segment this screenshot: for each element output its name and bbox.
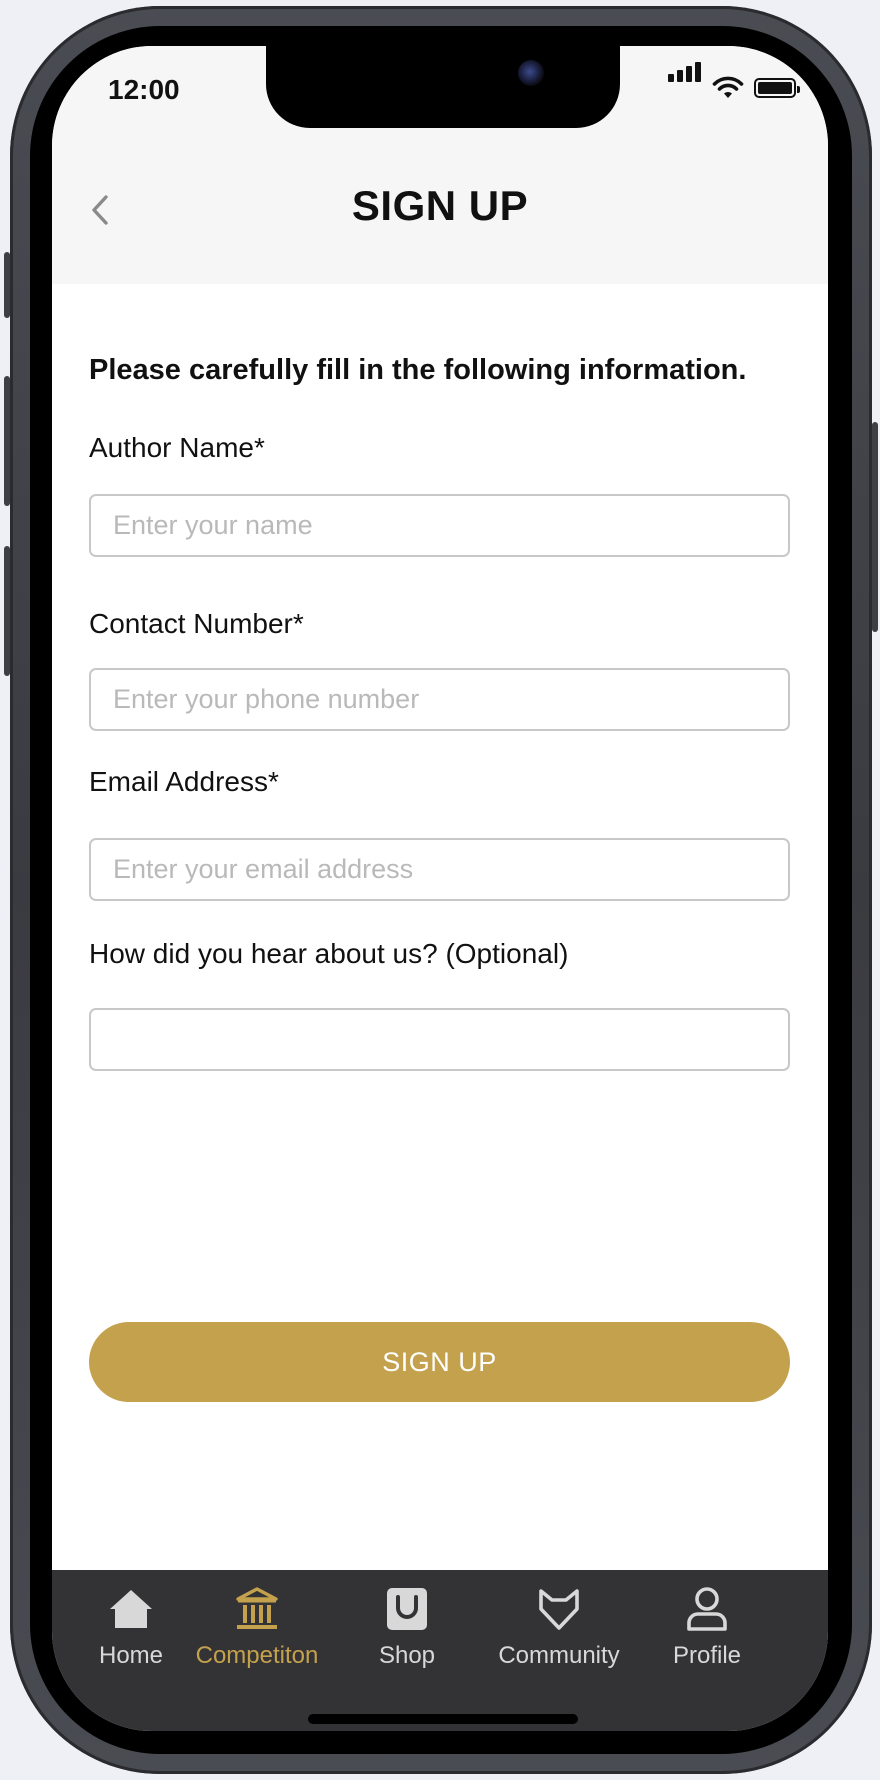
author-name-label: Author Name* — [89, 432, 265, 463]
tab-community-label: Community — [498, 1642, 620, 1669]
mute-switch — [4, 252, 10, 318]
tab-home-label: Home — [98, 1642, 164, 1669]
front-camera — [518, 60, 544, 86]
home-indicator — [308, 1714, 578, 1724]
tab-competition[interactable]: Competiton — [182, 1582, 332, 1682]
home-icon — [104, 1582, 158, 1636]
volume-up-button — [4, 376, 10, 506]
referral-source-label: How did you hear about us? (Optional) — [89, 938, 569, 969]
battery-icon — [754, 78, 800, 98]
tab-profile[interactable]: Profile — [632, 1582, 782, 1682]
notch — [266, 46, 620, 128]
email-address-input[interactable] — [89, 838, 790, 901]
nav-header: SIGN UP — [52, 166, 828, 284]
form-intro: Please carefully fill in the following i… — [89, 354, 747, 386]
page-title: SIGN UP — [351, 182, 529, 229]
contact-number-label: Contact Number* — [89, 608, 304, 639]
signup-button[interactable]: SIGN UP — [89, 1322, 790, 1402]
tab-shop-label: Shop — [378, 1642, 436, 1669]
shopping-bag-icon — [380, 1582, 434, 1636]
author-name-input[interactable] — [89, 494, 790, 557]
email-address-label: Email Address* — [89, 766, 279, 797]
tab-shop[interactable]: Shop — [332, 1582, 482, 1682]
power-button — [872, 422, 878, 632]
contact-number-input[interactable] — [89, 668, 790, 731]
tab-bar: Home Competiton Shop Community Profile — [52, 1570, 828, 1731]
person-icon — [680, 1582, 734, 1636]
wifi-icon — [712, 76, 744, 105]
status-time: 12:00 — [108, 74, 180, 105]
screen: 12:00 SIGN UP Please carefully fill in t… — [52, 46, 828, 1731]
volume-down-button — [4, 546, 10, 676]
museum-icon — [230, 1582, 284, 1636]
tab-competition-label: Competiton — [195, 1642, 319, 1669]
tab-community[interactable]: Community — [484, 1582, 634, 1682]
cat-icon — [532, 1582, 586, 1636]
tab-profile-label: Profile — [672, 1642, 742, 1669]
referral-source-input[interactable] — [89, 1008, 790, 1071]
